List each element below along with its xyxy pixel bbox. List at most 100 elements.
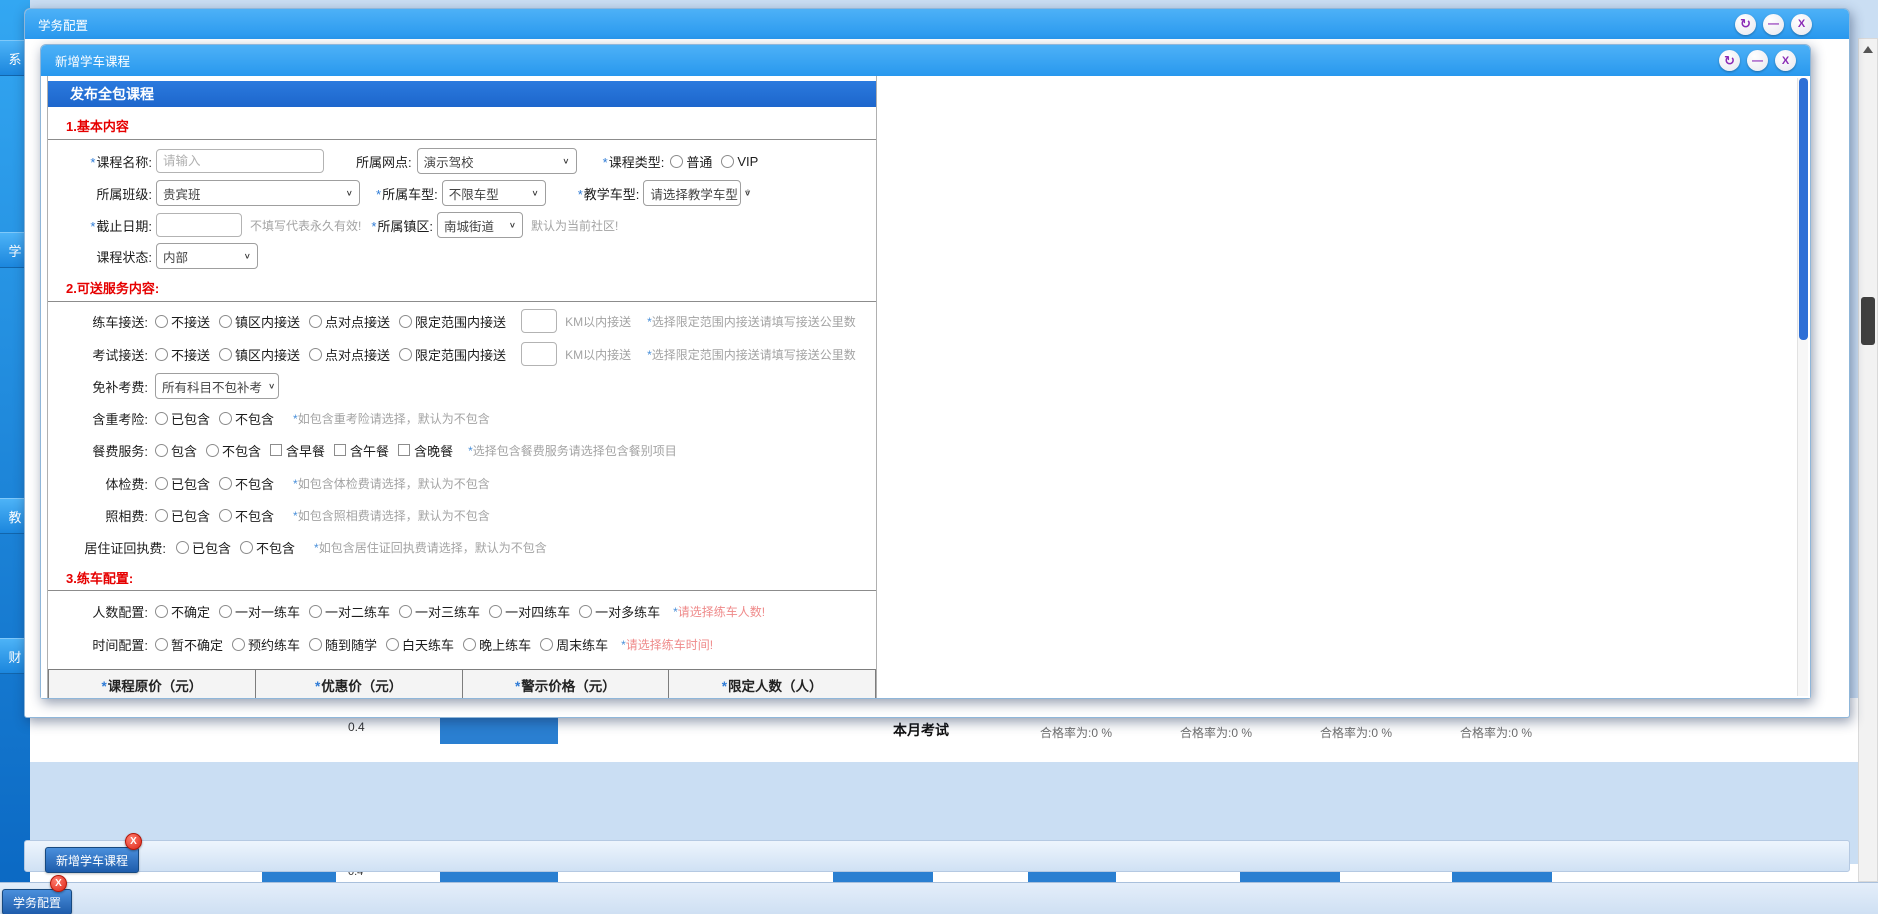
radio-retest-excluded[interactable]: 不包含 [219, 409, 274, 428]
row-practice-pickup: 练车接送: 不接送 镇区内接送 点对点接送 限定范围内接送 KM以内接送 *选择… [48, 307, 876, 335]
checkbox-dinner[interactable]: 含晚餐 [398, 441, 453, 460]
page-scrollbar-track[interactable] [1858, 38, 1878, 882]
radio-photo-included[interactable]: 已包含 [155, 506, 210, 525]
radio-time-daytime[interactable]: 白天练车 [386, 635, 454, 654]
option-label: 含早餐 [286, 441, 325, 460]
radio-course-type-normal[interactable]: 普通 [670, 152, 712, 171]
refresh-button[interactable]: ↻ [1719, 50, 1740, 71]
window-controls: ↻ — X [1735, 14, 1812, 35]
makeup-fee-select[interactable]: 所有科目不包补考∨ [155, 373, 279, 399]
practice-km-input[interactable] [521, 309, 557, 333]
retest-insurance-label: 含重考险: [48, 409, 148, 428]
pass-rate-label: 合格率为:0 % [1460, 724, 1532, 741]
label-text: 所属车型: [382, 187, 438, 202]
option-label: 一对二练车 [325, 602, 390, 621]
nav-item-label: 系 [8, 49, 21, 68]
radio-people-1on4[interactable]: 一对四练车 [489, 602, 570, 621]
deadline-label: *截止日期: [48, 216, 152, 235]
deadline-input[interactable] [156, 213, 242, 237]
teach-car-type-select[interactable]: 请选择教学车型∨ [643, 180, 741, 206]
taskbar-tab-xuewu-config[interactable]: 学务配置 [2, 889, 72, 914]
radio-exam-town-pickup[interactable]: 镇区内接送 [219, 345, 300, 364]
radio-exam-no-pickup[interactable]: 不接送 [155, 345, 210, 364]
taskbar-tab-close-badge[interactable]: X [125, 833, 142, 850]
option-label: 一对多练车 [595, 602, 660, 621]
course-name-input[interactable] [156, 149, 324, 173]
checkbox-breakfast[interactable]: 含早餐 [270, 441, 325, 460]
option-label: 普通 [686, 152, 712, 171]
radio-people-1onmany[interactable]: 一对多练车 [579, 602, 660, 621]
chart-bar [440, 714, 558, 744]
taskbar-tab-close-badge[interactable]: X [50, 875, 67, 892]
radio-icon [219, 605, 232, 618]
radio-course-type-vip[interactable]: VIP [721, 154, 758, 169]
option-label: 限定范围内接送 [415, 345, 506, 364]
inner-taskbar: 新增学车课程 X [24, 840, 1850, 872]
radio-exam-p2p-pickup[interactable]: 点对点接送 [309, 345, 390, 364]
window-titlebar[interactable]: 新增学车课程 ↻ — X [41, 45, 1810, 76]
practice-pickup-hint: *选择限定范围内接送请填写接送公里数 [647, 313, 856, 330]
select-value: 南城街道 [444, 216, 494, 235]
radio-icon [240, 541, 253, 554]
radio-practice-town-pickup[interactable]: 镇区内接送 [219, 312, 300, 331]
radio-icon [155, 412, 168, 425]
required-star: * [603, 155, 608, 170]
row-time-config: 时间配置: 暂不确定 预约练车 随到随学 白天练车 晚上练车 周末练车 *请选择… [48, 629, 876, 659]
refresh-button[interactable]: ↻ [1735, 14, 1756, 35]
branch-select[interactable]: 演示驾校∨ [417, 148, 577, 174]
class-level-select[interactable]: 贵宾班∨ [156, 180, 360, 206]
radio-exam-range-pickup[interactable]: 限定范围内接送 [399, 345, 506, 364]
required-star: * [315, 679, 320, 694]
inner-scrollbar-thumb[interactable] [1799, 78, 1808, 340]
close-button[interactable]: X [1791, 14, 1812, 35]
status-select[interactable]: 内部∨ [156, 243, 258, 269]
window-titlebar[interactable]: 学务配置 ↻ — X [25, 9, 1849, 39]
pass-rate-label: 合格率为:0 % [1180, 724, 1252, 741]
page-scrollbar-thumb[interactable] [1861, 297, 1875, 345]
radio-practice-p2p-pickup[interactable]: 点对点接送 [309, 312, 390, 331]
radio-time-anytime[interactable]: 随到随学 [309, 635, 377, 654]
scroll-up-arrow[interactable] [1859, 41, 1877, 57]
chevron-down-icon: ∨ [509, 221, 516, 230]
section-2-heading: 2.可送服务内容: [48, 281, 876, 297]
radio-physical-excluded[interactable]: 不包含 [219, 474, 274, 493]
radio-people-undecided[interactable]: 不确定 [155, 602, 210, 621]
exam-km-input[interactable] [521, 342, 557, 366]
radio-practice-range-pickup[interactable]: 限定范围内接送 [399, 312, 506, 331]
row-deadline-town: *截止日期: 不填写代表永久有效! *所属镇区: 南城街道∨ 默认为当前社区! [48, 210, 876, 240]
radio-retest-included[interactable]: 已包含 [155, 409, 210, 428]
car-type-select[interactable]: 不限车型∨ [442, 180, 546, 206]
exam-pickup-hint: *选择限定范围内接送请填写接送公里数 [647, 346, 856, 363]
option-label: 点对点接送 [325, 312, 390, 331]
radio-physical-included[interactable]: 已包含 [155, 474, 210, 493]
minimize-button[interactable]: — [1763, 14, 1784, 35]
radio-time-weekend[interactable]: 周末练车 [540, 635, 608, 654]
close-button[interactable]: X [1775, 50, 1796, 71]
radio-practice-no-pickup[interactable]: 不接送 [155, 312, 210, 331]
radio-time-undecided[interactable]: 暂不确定 [155, 635, 223, 654]
section-1-heading: 1.基本内容 [48, 119, 876, 135]
checkbox-lunch[interactable]: 含午餐 [334, 441, 389, 460]
inner-scrollbar-track[interactable] [1797, 78, 1808, 696]
taskbar-tab-new-course[interactable]: 新增学车课程 [45, 847, 139, 873]
branch-label: 所属网点: [356, 152, 412, 171]
radio-meal-included[interactable]: 包含 [155, 441, 197, 460]
pass-rate-label: 合格率为:0 % [1040, 724, 1112, 741]
radio-residence-excluded[interactable]: 不包含 [240, 538, 295, 557]
minimize-button[interactable]: — [1747, 50, 1768, 71]
price-table: *课程原价（元） *优惠价（元） *警示价格（元） *限定人数（人） [48, 669, 876, 698]
radio-time-evening[interactable]: 晚上练车 [463, 635, 531, 654]
radio-photo-excluded[interactable]: 不包含 [219, 506, 274, 525]
radio-icon [155, 605, 168, 618]
radio-people-1on3[interactable]: 一对三练车 [399, 602, 480, 621]
divider [48, 590, 876, 591]
radio-time-appointment[interactable]: 预约练车 [232, 635, 300, 654]
radio-people-1on1[interactable]: 一对一练车 [219, 602, 300, 621]
radio-meal-excluded[interactable]: 不包含 [206, 441, 261, 460]
radio-people-1on2[interactable]: 一对二练车 [309, 602, 390, 621]
course-name-label: *课程名称: [48, 152, 152, 171]
nav-item-label: 学 [8, 241, 21, 260]
radio-residence-included[interactable]: 已包含 [176, 538, 231, 557]
deadline-hint: 不填写代表永久有效! [250, 217, 361, 234]
town-select[interactable]: 南城街道 ∨ [437, 212, 523, 238]
